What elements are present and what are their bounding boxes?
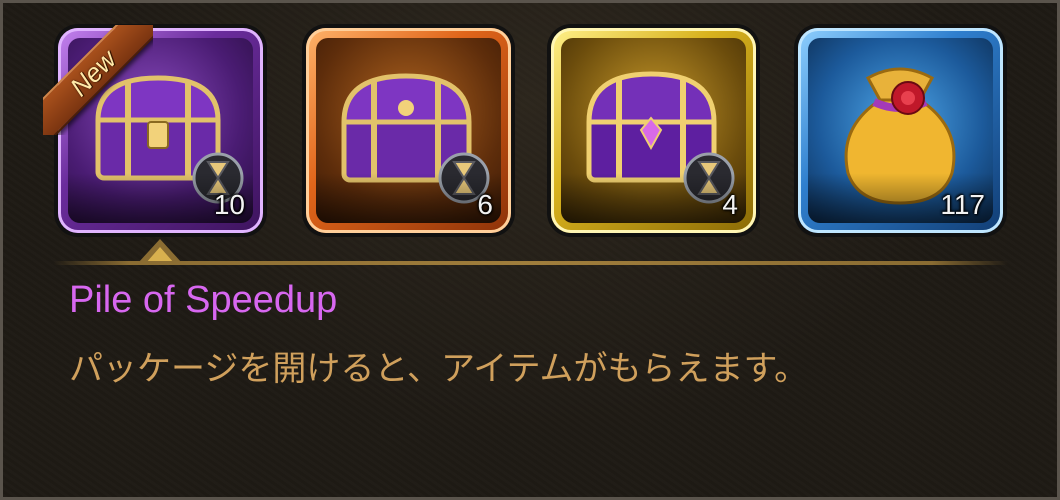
item-info-panel: 10 New 6 4 117 Pile of Speedup パッケージを開ける…: [0, 0, 1060, 500]
count-shade: [561, 173, 746, 223]
item-count: 6: [477, 189, 493, 220]
item-title: Pile of Speedup: [69, 279, 338, 321]
item-slot-gold-chest[interactable]: 4: [551, 28, 756, 233]
item-count: 117: [940, 189, 985, 220]
item-slot-purple-chest[interactable]: 10: [58, 28, 263, 233]
item-slot-speedup-pouch[interactable]: 117: [798, 28, 1003, 233]
item-slot-orange-chest[interactable]: 6: [306, 28, 511, 233]
count-shade: [316, 173, 501, 223]
divider: [53, 261, 1008, 265]
item-count: 4: [722, 189, 738, 220]
item-description: パッケージを開けると、アイテムがもらえます。: [69, 349, 809, 389]
item-count: 10: [213, 189, 245, 220]
